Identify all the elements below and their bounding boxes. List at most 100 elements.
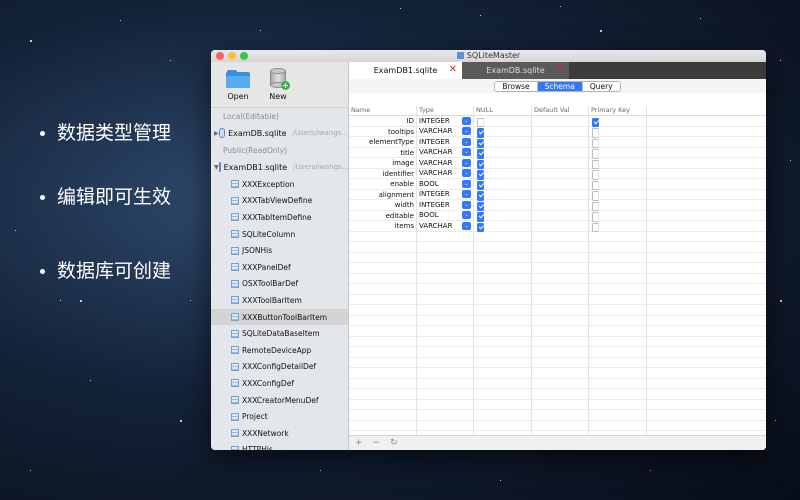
public-database-item[interactable]: ▼ ExamDB1.sqlite /Users/iwangs... (211, 158, 348, 176)
field-type-cell[interactable]: BOOL ⌄ (417, 179, 474, 189)
sidebar-table-item[interactable]: Project (211, 408, 348, 425)
tab-examdb[interactable]: ExamDB.sqlite ✕ (462, 62, 569, 79)
field-default-cell[interactable] (532, 137, 589, 147)
type-dropdown-icon[interactable]: ⌄ (462, 190, 471, 199)
field-name-cell[interactable]: identifier (349, 168, 417, 178)
null-checkbox[interactable] (477, 191, 484, 201)
schema-row[interactable]: title VARCHAR ⌄ (349, 147, 766, 159)
field-type-cell[interactable]: VARCHAR ⌄ (417, 168, 474, 178)
sidebar-table-item[interactable]: XXXNetwork (211, 425, 348, 442)
add-row-button[interactable]: + (355, 438, 363, 448)
field-name-cell[interactable]: image (349, 158, 417, 168)
schema-row[interactable]: tooltips VARCHAR ⌄ (349, 126, 766, 138)
column-header-name[interactable]: Name (349, 106, 417, 115)
sidebar-table-item[interactable]: XXXButtonToolBarItem (211, 308, 348, 326)
field-name-cell[interactable]: elementType (349, 137, 417, 147)
null-checkbox[interactable] (477, 180, 484, 190)
segment-schema[interactable]: Schema (537, 82, 583, 91)
type-dropdown-icon[interactable]: ⌄ (462, 169, 471, 178)
schema-row[interactable]: editable BOOL ⌄ (349, 210, 766, 222)
sidebar-table-item[interactable]: XXXCreatorMenuDef (211, 392, 348, 409)
field-name-cell[interactable]: width (349, 200, 417, 210)
type-dropdown-icon[interactable]: ⌄ (462, 179, 471, 188)
column-header-null[interactable]: NULL (474, 106, 532, 115)
field-type-cell[interactable]: VARCHAR ⌄ (417, 126, 474, 136)
type-dropdown-icon[interactable]: ⌄ (462, 211, 471, 220)
type-dropdown-icon[interactable]: ⌄ (462, 221, 471, 230)
sidebar-table-item[interactable]: XXXConfigDetailDef (211, 359, 348, 376)
field-default-cell[interactable] (532, 116, 589, 126)
close-tab-icon[interactable]: ✕ (449, 64, 457, 75)
schema-row[interactable]: alignment INTEGER ⌄ (349, 189, 766, 201)
field-type-cell[interactable]: INTEGER ⌄ (417, 116, 474, 126)
title-bar[interactable]: SQLiteMaster (211, 50, 766, 62)
field-type-cell[interactable]: INTEGER ⌄ (417, 189, 474, 199)
remove-row-button[interactable]: − (373, 438, 381, 448)
schema-row[interactable]: identifier VARCHAR ⌄ (349, 168, 766, 180)
disclosure-down-icon[interactable]: ▼ (214, 164, 219, 171)
sidebar-table-item[interactable]: RemoteDeviceApp (211, 342, 348, 359)
type-dropdown-icon[interactable]: ⌄ (462, 116, 471, 125)
field-default-cell[interactable] (532, 210, 589, 220)
null-checkbox[interactable] (477, 159, 484, 169)
type-dropdown-icon[interactable]: ⌄ (462, 127, 471, 136)
new-button[interactable]: + New (263, 68, 293, 107)
close-window-icon[interactable] (216, 52, 224, 60)
zoom-window-icon[interactable] (240, 52, 248, 60)
type-dropdown-icon[interactable]: ⌄ (462, 200, 471, 209)
sidebar-table-item[interactable]: XXXToolBarItem (211, 292, 348, 309)
null-checkbox[interactable] (477, 128, 484, 138)
field-default-cell[interactable] (532, 168, 589, 178)
field-name-cell[interactable]: editable (349, 210, 417, 220)
local-database-item[interactable]: ▶ ExamDB.sqlite /Users/iwangs... (211, 124, 348, 142)
field-type-cell[interactable]: INTEGER ⌄ (417, 137, 474, 147)
sidebar-table-item[interactable]: XXXTabItemDefine (211, 209, 348, 226)
sidebar-table-item[interactable]: XXXPanelDef (211, 259, 348, 276)
minimize-window-icon[interactable] (228, 52, 236, 60)
tab-examdb1[interactable]: ExamDB1.sqlite ✕ (349, 62, 462, 79)
sidebar-table-item[interactable]: XXXException (211, 176, 348, 193)
sidebar-table-item[interactable]: SQLiteDataBaseItem (211, 325, 348, 342)
null-checkbox[interactable] (477, 149, 484, 159)
field-type-cell[interactable]: INTEGER ⌄ (417, 200, 474, 210)
sidebar-table-item[interactable]: OSXToolBarDef (211, 276, 348, 293)
sidebar-table-item[interactable]: SQLiteColumn (211, 226, 348, 243)
column-header-primary-key[interactable]: Primary Key (589, 106, 647, 115)
field-default-cell[interactable] (532, 221, 589, 231)
close-tab-icon[interactable]: ✕ (556, 64, 564, 75)
field-default-cell[interactable] (532, 126, 589, 136)
type-dropdown-icon[interactable]: ⌄ (462, 137, 471, 146)
field-default-cell[interactable] (532, 147, 589, 157)
null-checkbox[interactable] (477, 212, 484, 222)
null-checkbox[interactable] (477, 170, 484, 180)
field-name-cell[interactable]: title (349, 147, 417, 157)
column-header-type[interactable]: Type (417, 106, 474, 115)
open-button[interactable]: Open (223, 68, 253, 107)
field-type-cell[interactable]: VARCHAR ⌄ (417, 147, 474, 157)
primary-key-checkbox[interactable] (592, 117, 599, 127)
type-dropdown-icon[interactable]: ⌄ (462, 158, 471, 167)
disclosure-right-icon[interactable]: ▶ (214, 130, 219, 137)
field-default-cell[interactable] (532, 200, 589, 210)
field-type-cell[interactable]: VARCHAR ⌄ (417, 221, 474, 231)
field-default-cell[interactable] (532, 158, 589, 168)
field-type-cell[interactable]: BOOL ⌄ (417, 210, 474, 220)
refresh-icon[interactable]: ↻ (390, 438, 398, 448)
sidebar-table-item[interactable]: JSONHis (211, 242, 348, 259)
segment-query[interactable]: Query (582, 82, 620, 91)
field-name-cell[interactable]: enable (349, 179, 417, 189)
column-header-default[interactable]: Default Val (532, 106, 589, 115)
segment-browse[interactable]: Browse (495, 82, 538, 91)
type-dropdown-icon[interactable]: ⌄ (462, 148, 471, 157)
field-name-cell[interactable]: ID (349, 116, 417, 126)
schema-row[interactable]: ID INTEGER ⌄ (349, 116, 766, 127)
schema-row[interactable]: image VARCHAR ⌄ (349, 158, 766, 169)
field-default-cell[interactable] (532, 179, 589, 189)
field-name-cell[interactable]: tooltips (349, 126, 417, 136)
null-checkbox[interactable] (477, 138, 484, 148)
schema-row[interactable]: enable BOOL ⌄ (349, 179, 766, 190)
null-checkbox[interactable] (477, 222, 484, 232)
sidebar-table-item[interactable]: XXXTabViewDefine (211, 193, 348, 210)
schema-row[interactable]: width INTEGER ⌄ (349, 200, 766, 211)
field-default-cell[interactable] (532, 189, 589, 199)
